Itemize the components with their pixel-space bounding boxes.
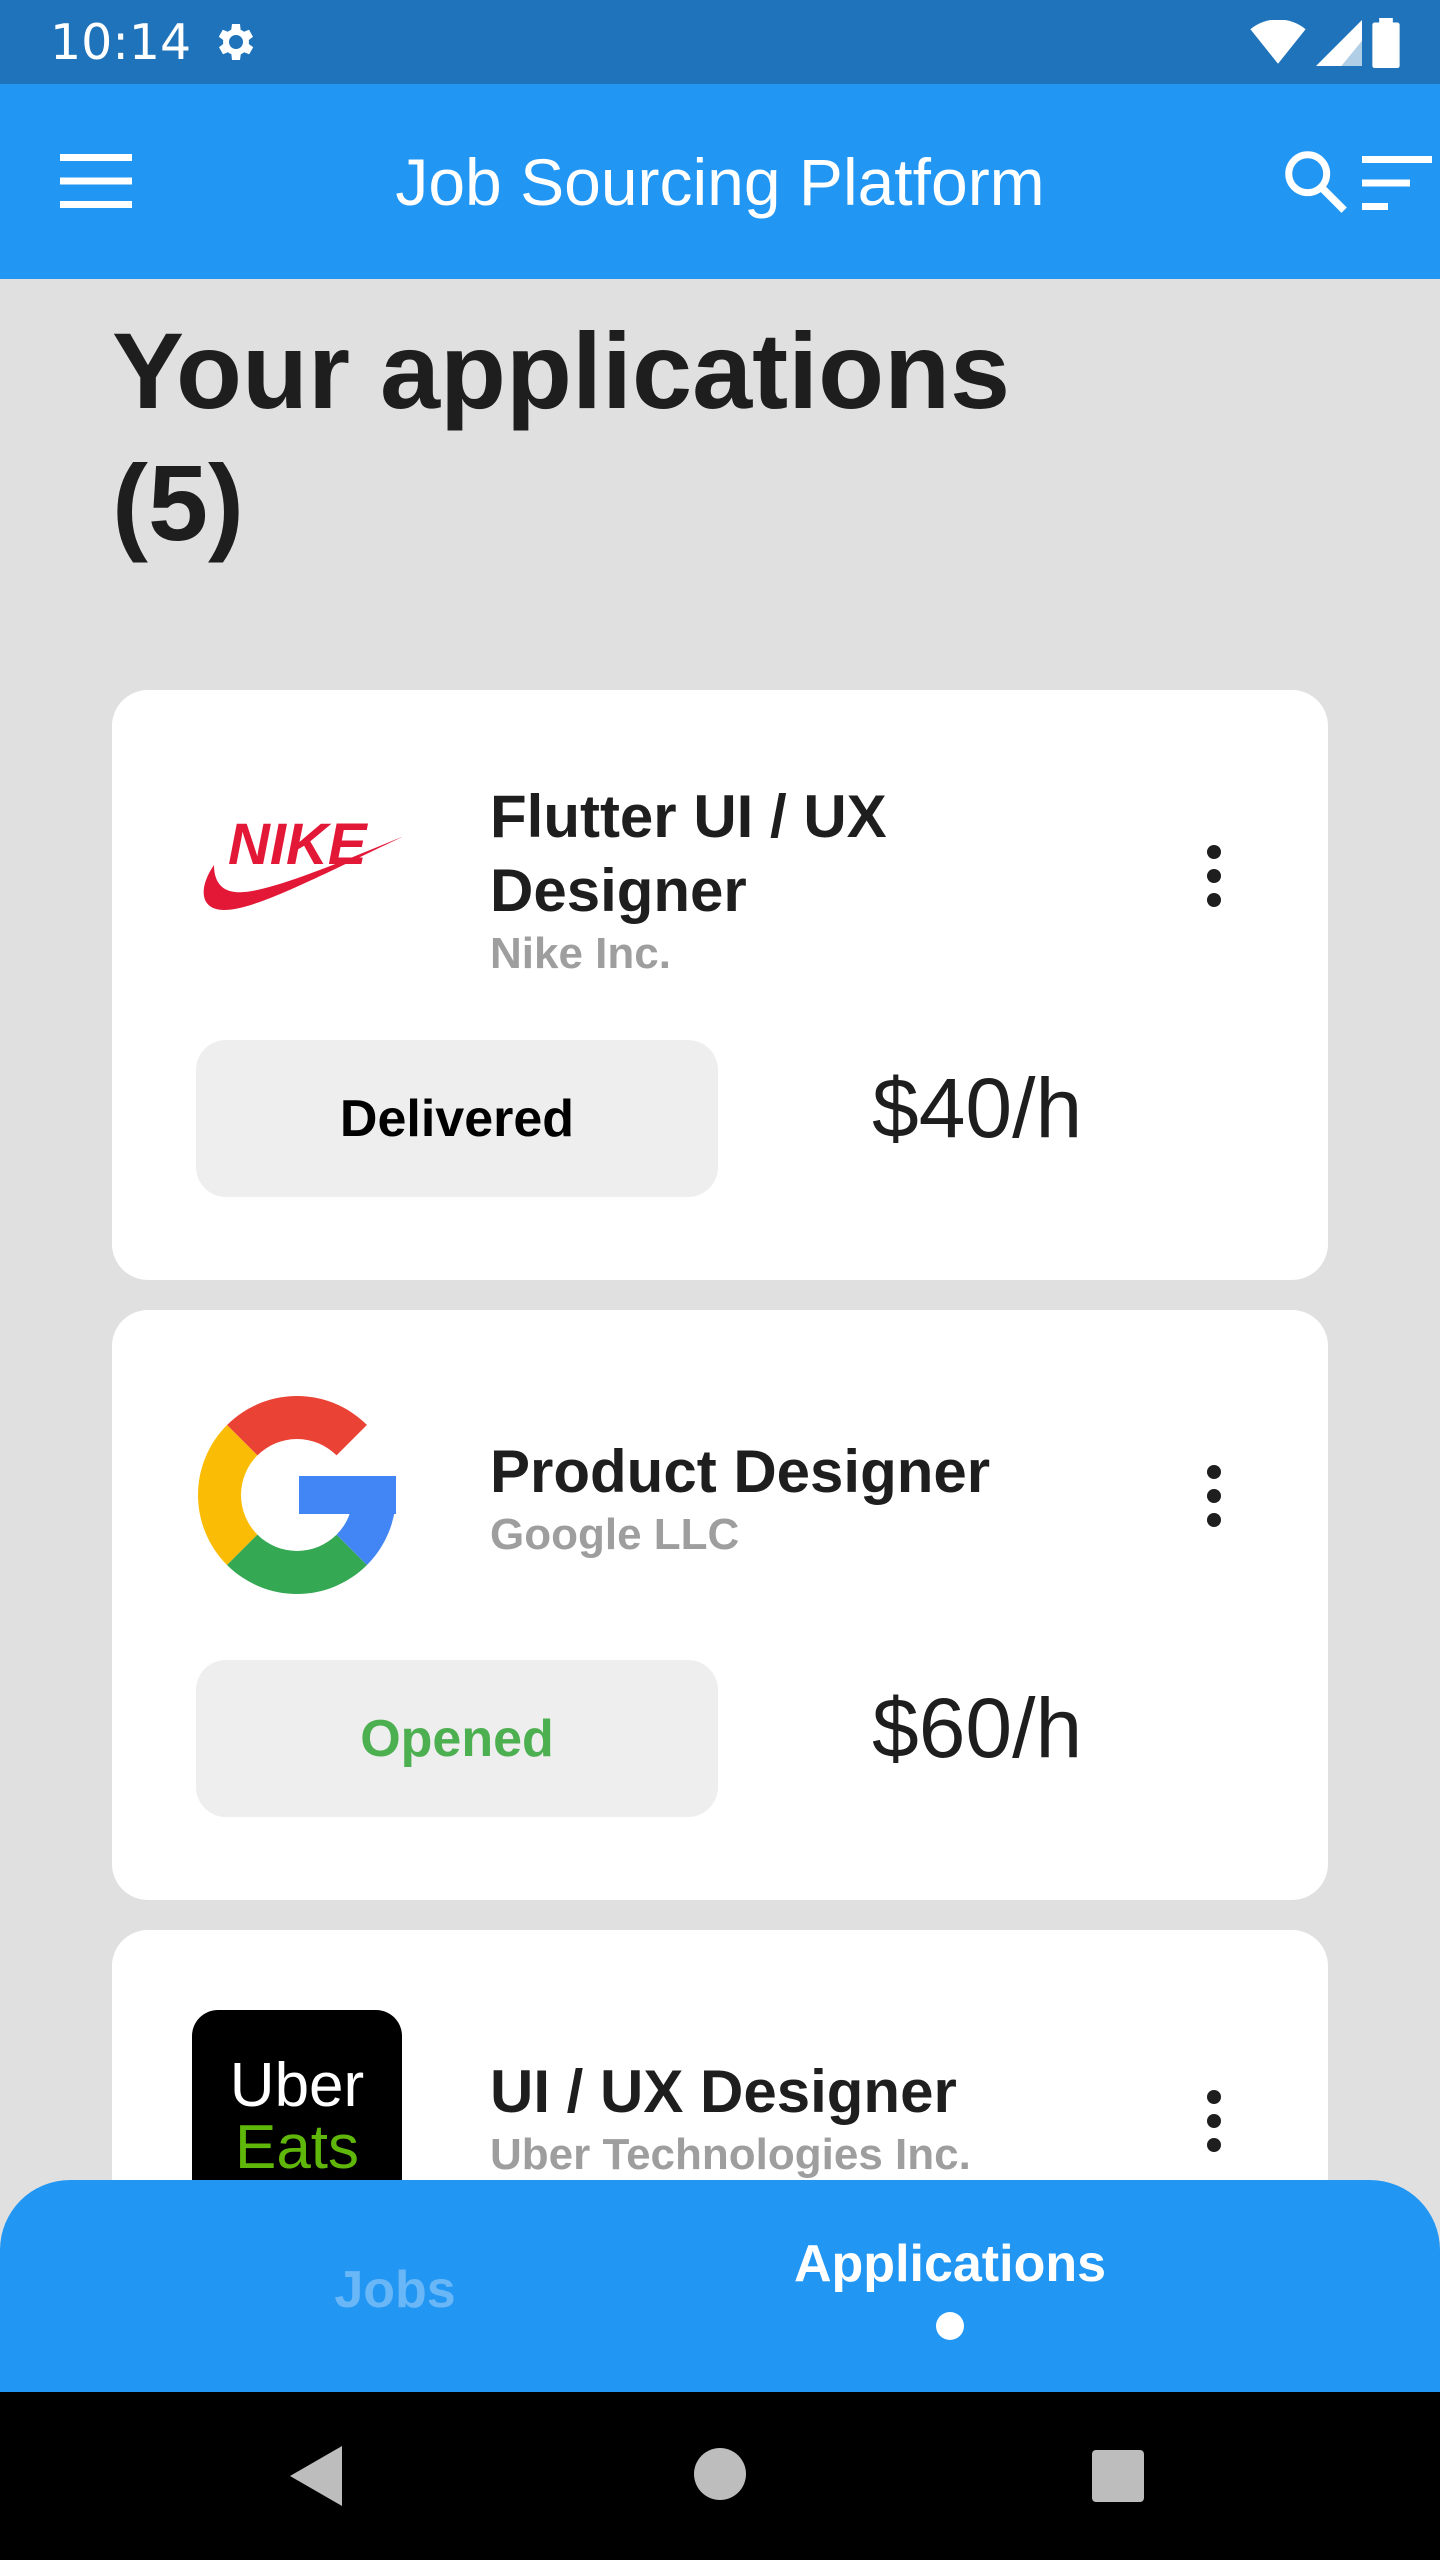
app-bar: Job Sourcing Platform (0, 84, 1440, 279)
search-icon[interactable] (1280, 146, 1350, 216)
svg-text:NIKE: NIKE (228, 812, 369, 877)
job-title: UI / UX Designer (490, 2058, 957, 2125)
company-name: Google LLC (490, 1510, 740, 1559)
back-icon[interactable] (290, 2446, 346, 2506)
job-title: Flutter UI / UX Designer (490, 783, 887, 924)
nav-tab-applications[interactable]: Applications (650, 2234, 1250, 2294)
job-title: Product Designer (490, 1438, 991, 1505)
application-status-badge: Delivered (196, 1040, 718, 1197)
cellular-signal-icon (1316, 20, 1362, 66)
svg-text:Eats: Eats (235, 2113, 359, 2182)
hourly-rate: $60/h (872, 1681, 1083, 1775)
home-icon[interactable] (694, 2448, 746, 2500)
app-title: Job Sourcing Platform (395, 145, 1045, 219)
nike-logo: NIKE (203, 812, 402, 910)
more-options-icon[interactable] (1186, 2085, 1242, 2157)
battery-icon (1372, 18, 1400, 68)
status-bar: 10:14 (0, 0, 1440, 84)
status-time: 10:14 (50, 14, 192, 71)
more-options-icon[interactable] (1186, 840, 1242, 912)
more-options-icon[interactable] (1186, 1460, 1242, 1532)
sort-filter-icon[interactable] (1362, 156, 1432, 210)
wifi-icon (1250, 20, 1306, 64)
hourly-rate: $40/h (872, 1061, 1083, 1155)
active-tab-indicator (936, 2312, 964, 2340)
job-title-block: Product Designer Google LLC (490, 1435, 1050, 1561)
company-name: Uber Technologies Inc. (490, 2130, 971, 2179)
settings-gear-icon (218, 24, 254, 60)
job-title-block: UI / UX Designer Uber Technologies Inc. (490, 2055, 1050, 2181)
application-status-badge: Opened (196, 1660, 718, 1817)
page-title: Your applications (5) (112, 310, 1011, 563)
application-card[interactable]: NIKE Flutter UI / UX Designer Nike Inc. … (112, 690, 1328, 1280)
svg-text:Uber: Uber (230, 2051, 364, 2120)
recents-icon[interactable] (1092, 2450, 1144, 2502)
company-name: Nike Inc. (490, 929, 671, 978)
google-logo (198, 1396, 396, 1594)
job-title-block: Flutter UI / UX Designer Nike Inc. (490, 780, 1050, 980)
bottom-navigation: Jobs Applications (0, 2180, 1440, 2392)
application-card[interactable]: Product Designer Google LLC Opened $60/h (112, 1310, 1328, 1900)
system-navigation-bar (0, 2392, 1440, 2560)
